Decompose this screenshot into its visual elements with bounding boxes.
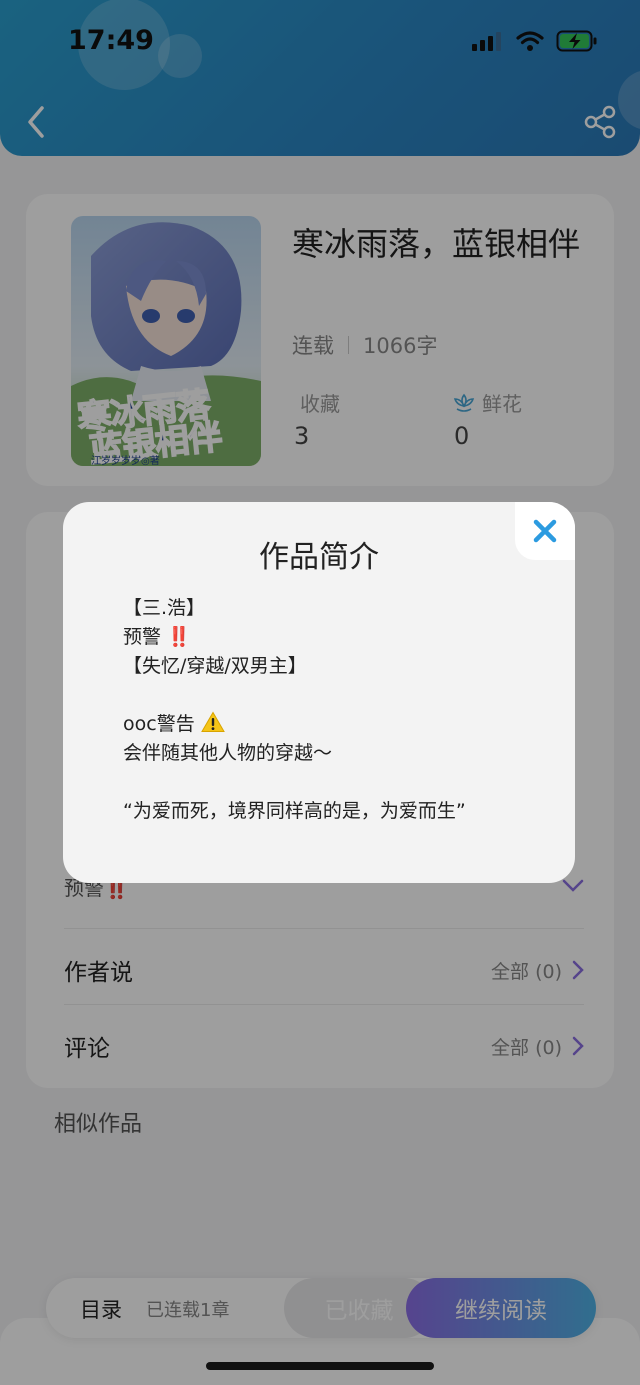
modal-title: 作品简介: [259, 540, 379, 575]
intro-blank-line: [123, 681, 563, 710]
intro-line: 会伴随其他人物的穿越～: [123, 742, 333, 764]
intro-line: 【失忆/穿越/双男主】: [123, 655, 307, 677]
intro-modal: 作品简介 【三.浩】 预警 ‼️ 【失忆/穿越/双男主】 ooc警告 会伴随其他…: [63, 502, 575, 883]
intro-line: ooc警告: [123, 710, 563, 739]
intro-blank-line: [123, 768, 563, 797]
home-indicator: [206, 1362, 434, 1370]
close-button[interactable]: [515, 502, 575, 560]
intro-line: 【三.浩】: [123, 597, 206, 619]
intro-line: 预警 ‼️: [123, 626, 191, 648]
warning-icon: [200, 711, 225, 732]
intro-line: “为爱而死，境界同样高的是，为爱而生”: [123, 800, 466, 822]
intro-text: 【三.浩】 预警 ‼️ 【失忆/穿越/双男主】 ooc警告 会伴随其他人物的穿越…: [123, 594, 563, 826]
close-icon: [533, 519, 557, 543]
double-exclamation-icon: ‼️: [167, 626, 191, 648]
